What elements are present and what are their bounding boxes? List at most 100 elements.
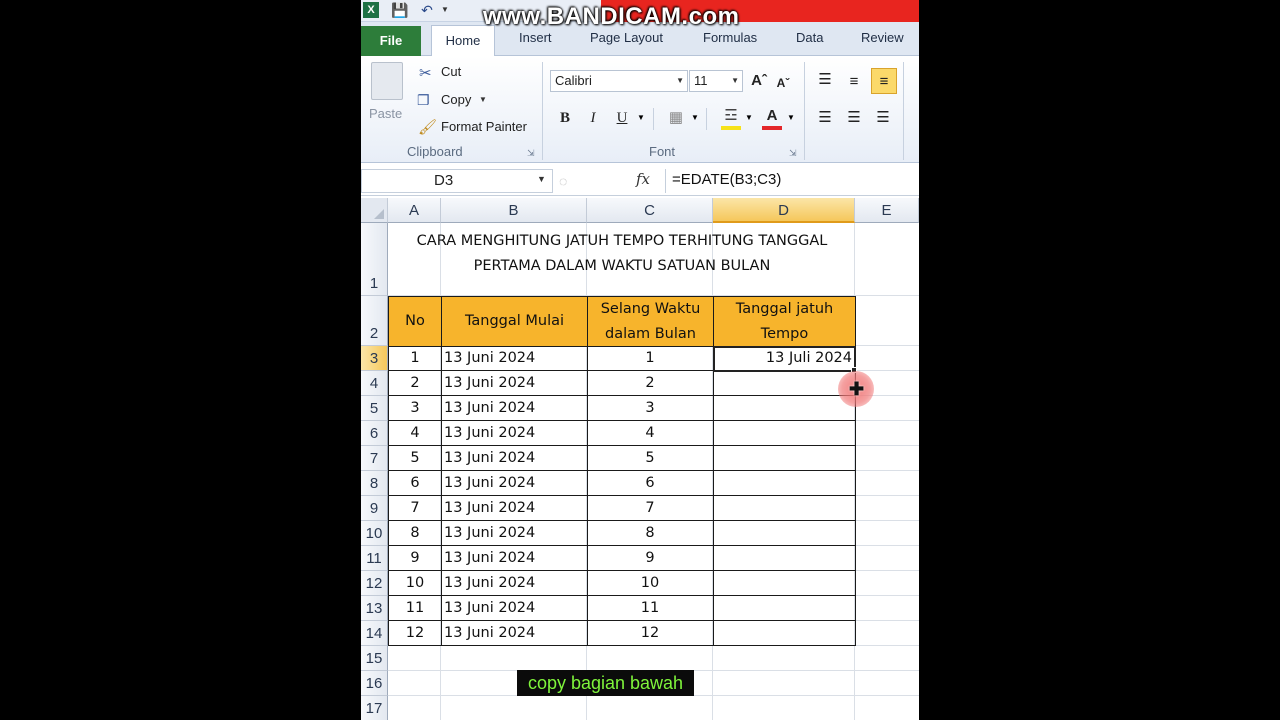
align-middle-icon[interactable]: ≡ bbox=[844, 72, 864, 92]
align-right-icon[interactable]: ☰ bbox=[873, 108, 893, 128]
column-header-c[interactable]: C bbox=[587, 198, 713, 223]
row-header[interactable]: 9 bbox=[361, 496, 388, 521]
row-header[interactable]: 10 bbox=[361, 521, 388, 546]
header-cell-due-date[interactable]: Tanggal jatuh Tempo bbox=[713, 296, 856, 347]
column-header-e[interactable]: E bbox=[855, 198, 919, 223]
table-cell-due[interactable] bbox=[713, 621, 856, 646]
table-cell-interval[interactable]: 11 bbox=[587, 596, 714, 621]
bold-button[interactable]: B bbox=[555, 108, 575, 128]
table-cell-no[interactable]: 5 bbox=[388, 446, 442, 471]
table-cell-start[interactable]: 13 Juni 2024 bbox=[441, 446, 588, 471]
table-cell-due[interactable] bbox=[713, 371, 856, 396]
borders-icon[interactable]: ▦ bbox=[666, 108, 686, 128]
table-cell-start[interactable]: 13 Juni 2024 bbox=[441, 396, 588, 421]
table-cell-no[interactable]: 6 bbox=[388, 471, 442, 496]
shrink-font-icon[interactable]: Aˇ bbox=[773, 73, 793, 93]
table-cell-due[interactable] bbox=[713, 421, 856, 446]
header-cell-interval[interactable]: Selang Waktu dalam Bulan bbox=[587, 296, 714, 347]
chevron-down-icon[interactable]: ▼ bbox=[479, 95, 487, 104]
font-name-select[interactable]: Calibri ▼ bbox=[550, 70, 688, 92]
table-cell-interval[interactable]: 1 bbox=[587, 346, 714, 371]
row-header[interactable]: 15 bbox=[361, 646, 388, 671]
row-header[interactable]: 1 bbox=[361, 223, 388, 296]
table-cell-start[interactable]: 13 Juni 2024 bbox=[441, 496, 588, 521]
table-cell-no[interactable]: 4 bbox=[388, 421, 442, 446]
chevron-down-icon[interactable]: ▼ bbox=[691, 113, 699, 122]
row-header[interactable]: 13 bbox=[361, 596, 388, 621]
underline-button[interactable]: U bbox=[612, 108, 632, 128]
row-header[interactable]: 12 bbox=[361, 571, 388, 596]
name-box[interactable]: D3 bbox=[361, 169, 553, 193]
row-header[interactable]: 6 bbox=[361, 421, 388, 446]
column-header-a[interactable]: A bbox=[388, 198, 441, 223]
table-cell-no[interactable]: 9 bbox=[388, 546, 442, 571]
table-cell-start[interactable]: 13 Juni 2024 bbox=[441, 546, 588, 571]
table-cell-start[interactable]: 13 Juni 2024 bbox=[441, 596, 588, 621]
header-cell-start-date[interactable]: Tanggal Mulai bbox=[441, 296, 588, 347]
row-header[interactable]: 8 bbox=[361, 471, 388, 496]
active-cell-selection[interactable] bbox=[713, 346, 856, 372]
align-bottom-icon[interactable]: ≡ bbox=[871, 68, 897, 94]
row-header[interactable]: 5 bbox=[361, 396, 388, 421]
table-cell-interval[interactable]: 5 bbox=[587, 446, 714, 471]
table-cell-no[interactable]: 3 bbox=[388, 396, 442, 421]
dialog-launcher-icon[interactable]: ⇲ bbox=[527, 148, 535, 159]
table-cell-no[interactable]: 7 bbox=[388, 496, 442, 521]
table-cell-due[interactable] bbox=[713, 471, 856, 496]
row-header[interactable]: 11 bbox=[361, 546, 388, 571]
worksheet-grid[interactable]: A B C D E 1 2 3 4 5 6 7 8 9 10 11 12 13 14 15 16 17 CARA… bbox=[361, 198, 919, 720]
column-header-b[interactable]: B bbox=[441, 198, 587, 223]
table-cell-due[interactable] bbox=[713, 496, 856, 521]
table-cell-start[interactable]: 13 Juni 2024 bbox=[441, 371, 588, 396]
table-cell-start[interactable]: 13 Juni 2024 bbox=[441, 571, 588, 596]
table-cell-due[interactable] bbox=[713, 546, 856, 571]
table-cell-no[interactable]: 8 bbox=[388, 521, 442, 546]
table-cell-due[interactable] bbox=[713, 521, 856, 546]
table-cell-start[interactable]: 13 Juni 2024 bbox=[441, 421, 588, 446]
row-header[interactable]: 3 bbox=[361, 346, 388, 371]
paste-icon[interactable] bbox=[371, 62, 403, 100]
table-cell-interval[interactable]: 9 bbox=[587, 546, 714, 571]
insert-function-icon[interactable]: fx bbox=[636, 170, 650, 188]
row-header[interactable]: 16 bbox=[361, 671, 388, 696]
save-icon[interactable]: 💾 bbox=[391, 2, 408, 18]
table-cell-interval[interactable]: 3 bbox=[587, 396, 714, 421]
undo-icon[interactable]: ↶ bbox=[419, 2, 435, 18]
chevron-down-icon[interactable]: ▼ bbox=[787, 113, 795, 122]
table-cell-no[interactable]: 10 bbox=[388, 571, 442, 596]
row-header[interactable]: 2 bbox=[361, 296, 388, 346]
chevron-down-icon[interactable]: ▼ bbox=[437, 2, 453, 18]
tab-review[interactable]: Review bbox=[861, 30, 904, 45]
align-center-icon[interactable]: ☰ bbox=[844, 108, 864, 128]
tab-file[interactable]: File bbox=[361, 26, 421, 56]
table-cell-start[interactable]: 13 Juni 2024 bbox=[441, 471, 588, 496]
table-cell-no[interactable]: 1 bbox=[388, 346, 442, 371]
row-header[interactable]: 17 bbox=[361, 696, 388, 720]
row-header[interactable]: 4 bbox=[361, 371, 388, 396]
select-all-button[interactable] bbox=[361, 198, 388, 223]
table-cell-no[interactable]: 12 bbox=[388, 621, 442, 646]
dialog-launcher-icon[interactable]: ⇲ bbox=[789, 148, 797, 159]
align-left-icon[interactable]: ☰ bbox=[815, 108, 835, 128]
column-header-d[interactable]: D bbox=[713, 198, 855, 223]
grow-font-icon[interactable]: Aˆ bbox=[749, 71, 769, 91]
chevron-down-icon[interactable]: ▼ bbox=[637, 113, 645, 122]
row-header[interactable]: 14 bbox=[361, 621, 388, 646]
table-cell-start[interactable]: 13 Juni 2024 bbox=[441, 521, 588, 546]
table-cell-interval[interactable]: 6 bbox=[587, 471, 714, 496]
fill-color-icon[interactable]: ☲ bbox=[721, 106, 741, 126]
table-cell-no[interactable]: 11 bbox=[388, 596, 442, 621]
table-cell-interval[interactable]: 7 bbox=[587, 496, 714, 521]
font-color-icon[interactable]: A bbox=[762, 106, 782, 126]
table-cell-interval[interactable]: 10 bbox=[587, 571, 714, 596]
format-painter-button[interactable]: Format Painter bbox=[441, 119, 527, 134]
italic-button[interactable]: I bbox=[583, 108, 603, 128]
chevron-down-icon[interactable]: ▼ bbox=[537, 174, 546, 184]
formula-bar-handle-icon[interactable]: ◌ bbox=[559, 172, 575, 190]
font-size-select[interactable]: 11 ▼ bbox=[689, 70, 743, 92]
table-cell-interval[interactable]: 12 bbox=[587, 621, 714, 646]
align-top-icon[interactable]: ☰ bbox=[815, 70, 835, 90]
header-cell-no[interactable]: No bbox=[388, 296, 442, 347]
table-cell-due[interactable] bbox=[713, 396, 856, 421]
paste-button[interactable]: Paste bbox=[369, 106, 402, 121]
